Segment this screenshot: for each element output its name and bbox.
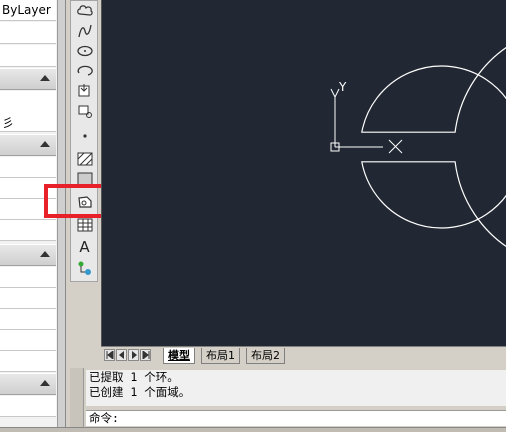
- ucs-icon: [330, 88, 403, 154]
- ellipse-icon[interactable]: [74, 41, 95, 61]
- insert-block-icon[interactable]: [74, 81, 95, 101]
- section-header[interactable]: [0, 244, 56, 266]
- ellipse-arc-icon[interactable]: [74, 61, 95, 81]
- property-row[interactable]: [0, 267, 56, 288]
- property-row[interactable]: [0, 199, 56, 220]
- command-window: 已提取 1 个环。 已创建 1 个面域。 命令:: [70, 364, 506, 432]
- first-tab-icon[interactable]: [104, 349, 115, 361]
- tab-model[interactable]: 模型: [163, 348, 195, 364]
- point-icon[interactable]: [74, 123, 95, 143]
- hatch-icon[interactable]: [74, 149, 95, 169]
- collapse-icon[interactable]: [40, 75, 50, 81]
- command-history: 已提取 1 个环。 已创建 1 个面域。: [86, 370, 506, 406]
- command-window-grip[interactable]: [70, 368, 84, 428]
- property-row[interactable]: [0, 91, 56, 112]
- properties-palette: ByLayer 彡: [0, 0, 58, 432]
- cloud-icon[interactable]: [74, 1, 95, 21]
- table-icon[interactable]: [74, 215, 95, 235]
- make-block-icon[interactable]: [74, 101, 95, 121]
- command-history-line: 已创建 1 个面域。: [89, 385, 191, 399]
- prev-tab-icon[interactable]: [116, 349, 127, 361]
- outer-ring: [361, 47, 506, 247]
- gradient-icon[interactable]: [74, 169, 95, 189]
- property-row[interactable]: [0, 45, 56, 67]
- section-header[interactable]: [0, 134, 56, 156]
- property-row[interactable]: [0, 178, 56, 199]
- collapse-icon[interactable]: [40, 141, 50, 147]
- property-value: 彡: [2, 116, 15, 130]
- palette-scrollbar[interactable]: [58, 0, 66, 432]
- layout-tabs: 模型 布局1 布局2: [101, 346, 506, 364]
- layer-value: ByLayer: [2, 3, 51, 17]
- multiline-text-icon[interactable]: A: [74, 237, 95, 257]
- spline-icon[interactable]: [74, 21, 95, 41]
- add-selected-icon[interactable]: [74, 258, 95, 278]
- layer-row[interactable]: ByLayer: [0, 0, 56, 21]
- collapse-icon[interactable]: [40, 251, 50, 257]
- property-row[interactable]: [0, 309, 56, 330]
- section-header[interactable]: [0, 68, 56, 90]
- property-row[interactable]: [0, 22, 56, 44]
- next-tab-icon[interactable]: [128, 349, 139, 361]
- property-row[interactable]: 彡: [0, 111, 56, 132]
- region-icon[interactable]: [74, 192, 95, 212]
- property-row[interactable]: [0, 396, 56, 417]
- tab-layout1[interactable]: 布局1: [201, 348, 240, 364]
- status-bar: [0, 427, 506, 432]
- command-prompt: 命令:: [89, 411, 119, 425]
- ucs-y-label: Y: [338, 80, 347, 94]
- last-tab-icon[interactable]: [140, 349, 151, 361]
- section-header[interactable]: [0, 373, 56, 395]
- draw-toolbar: A: [70, 0, 98, 282]
- property-row[interactable]: [0, 288, 56, 309]
- command-input[interactable]: 命令:: [86, 410, 506, 426]
- property-row[interactable]: [0, 351, 56, 372]
- property-row[interactable]: [0, 330, 56, 351]
- property-row[interactable]: [0, 157, 56, 178]
- property-row[interactable]: [0, 220, 56, 241]
- drawing-canvas[interactable]: Y: [101, 0, 506, 346]
- tab-layout2[interactable]: 布局2: [246, 348, 285, 364]
- collapse-icon[interactable]: [40, 380, 50, 386]
- command-history-line: 已提取 1 个环。: [89, 370, 179, 384]
